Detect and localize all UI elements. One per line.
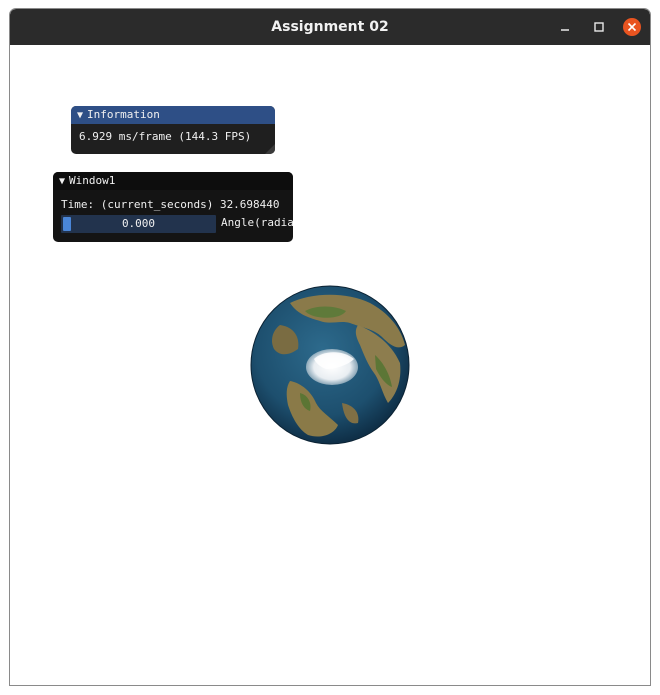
collapse-arrow-icon[interactable]: ▼ [59, 173, 65, 191]
title-bar[interactable]: Assignment 02 [10, 9, 650, 45]
maximize-icon [594, 22, 604, 32]
information-panel-header[interactable]: ▼ Information [71, 106, 275, 124]
window1-panel-header[interactable]: ▼ Window1 [53, 172, 293, 190]
app-window: Assignment 02 ▼ Information 6.929 ms/fram… [9, 8, 651, 686]
fps-text: 6.929 ms/frame (144.3 FPS) [79, 130, 252, 143]
maximize-button[interactable] [590, 18, 608, 36]
slider-value: 0.000 [121, 217, 156, 230]
render-viewport[interactable]: ▼ Information 6.929 ms/frame (144.3 FPS) … [10, 45, 650, 685]
earth-globe [250, 285, 410, 445]
window1-panel[interactable]: ▼ Window1 Time: (current_seconds) 32.6984… [53, 172, 293, 242]
resize-grip[interactable] [265, 144, 275, 154]
minimize-icon [561, 29, 569, 31]
information-panel-title: Information [87, 108, 160, 121]
close-button[interactable] [623, 18, 641, 36]
minimize-button[interactable] [556, 18, 574, 36]
angle-slider[interactable]: 0.000 [61, 215, 216, 233]
information-panel[interactable]: ▼ Information 6.929 ms/frame (144.3 FPS) [71, 106, 275, 154]
close-icon [623, 18, 641, 36]
window-title: Assignment 02 [271, 19, 389, 35]
collapse-arrow-icon[interactable]: ▼ [77, 107, 83, 125]
slider-label: Angle(radians) [221, 216, 293, 229]
time-text: Time: (current_seconds) 32.698440 [61, 198, 280, 211]
window1-panel-title: Window1 [69, 174, 116, 187]
